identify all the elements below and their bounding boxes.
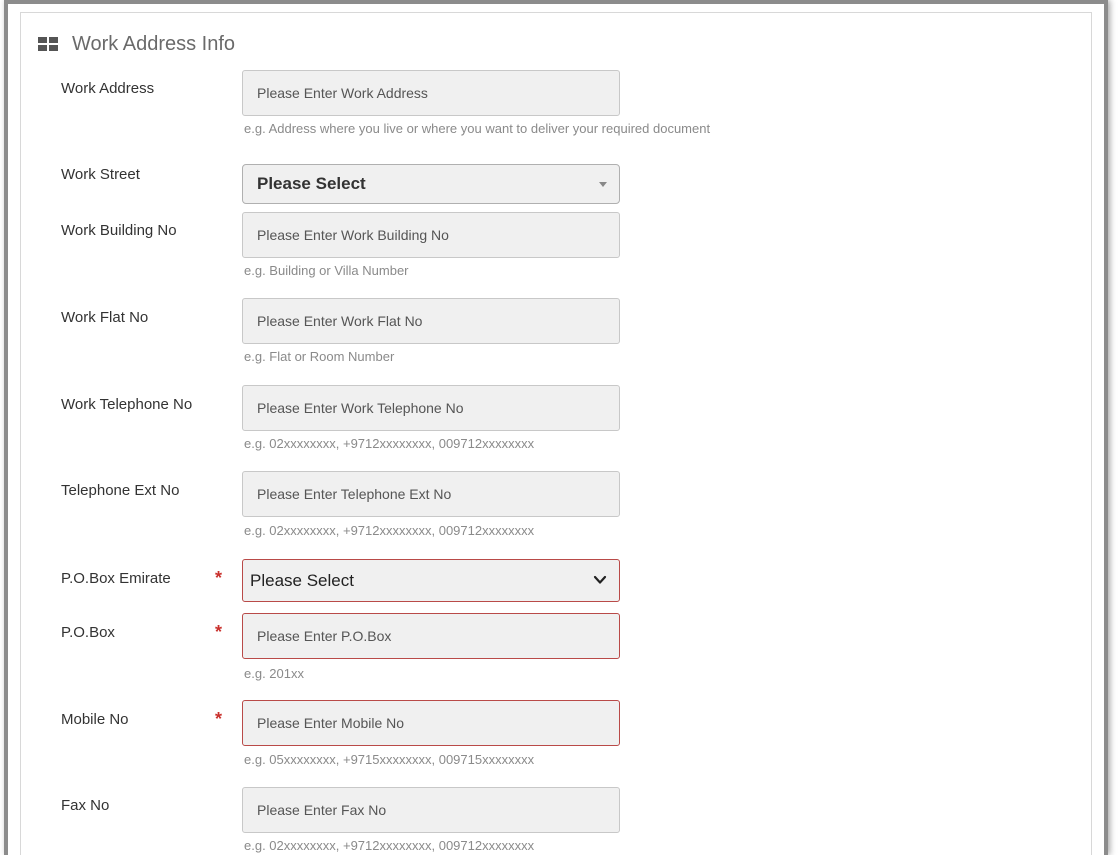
chevron-down-icon <box>593 575 607 584</box>
po-box-label: P.O.Box <box>61 624 115 641</box>
work-street-select[interactable]: Please Select <box>242 164 620 204</box>
po-box-emirate-select[interactable]: Please Select <box>242 559 620 602</box>
grid-icon <box>38 37 58 51</box>
mobile-no-hint: e.g. 05xxxxxxxx, +9715xxxxxxxx, 009715xx… <box>244 752 535 767</box>
work-telephone-no-hint: e.g. 02xxxxxxxx, +9712xxxxxxxx, 009712xx… <box>244 436 535 451</box>
mobile-no-input[interactable] <box>242 700 620 746</box>
caret-down-icon <box>599 182 607 187</box>
required-asterisk: * <box>215 568 223 588</box>
work-address-label: Work Address <box>61 80 155 97</box>
fax-no-input[interactable] <box>242 787 620 833</box>
telephone-ext-no-hint: e.g. 02xxxxxxxx, +9712xxxxxxxx, 009712xx… <box>244 523 535 538</box>
work-street-label: Work Street <box>61 166 140 183</box>
work-telephone-no-label: Work Telephone No <box>61 396 193 413</box>
po-box-hint: e.g. 201xx <box>244 666 304 681</box>
fax-no-hint: e.g. 02xxxxxxxx, +9712xxxxxxxx, 009712xx… <box>244 838 535 853</box>
work-building-no-input[interactable] <box>242 212 620 258</box>
section-header: Work Address Info <box>38 28 235 60</box>
work-address-hint: e.g. Address where you live or where you… <box>244 121 711 136</box>
work-flat-no-input[interactable] <box>242 298 620 344</box>
fax-no-label: Fax No <box>61 797 110 814</box>
work-address-input[interactable] <box>242 70 620 116</box>
work-street-selected: Please Select <box>257 174 366 193</box>
required-asterisk: * <box>215 709 223 729</box>
po-box-input[interactable] <box>242 613 620 659</box>
work-building-no-hint: e.g. Building or Villa Number <box>244 263 409 278</box>
work-flat-no-hint: e.g. Flat or Room Number <box>244 349 395 364</box>
mobile-no-label: Mobile No <box>61 711 129 728</box>
work-building-no-label: Work Building No <box>61 222 177 239</box>
section-title: Work Address Info <box>72 32 236 55</box>
po-box-emirate-label: P.O.Box Emirate <box>61 570 171 587</box>
work-flat-no-label: Work Flat No <box>61 309 149 326</box>
po-box-emirate-selected: Please Select <box>250 570 354 590</box>
required-asterisk: * <box>215 622 223 642</box>
telephone-ext-no-label: Telephone Ext No <box>61 482 180 499</box>
work-telephone-no-input[interactable] <box>242 385 620 431</box>
telephone-ext-no-input[interactable] <box>242 471 620 517</box>
